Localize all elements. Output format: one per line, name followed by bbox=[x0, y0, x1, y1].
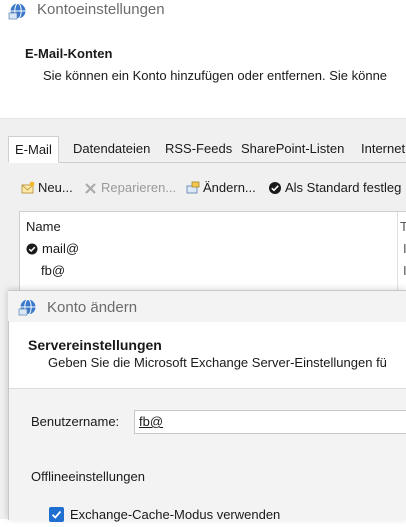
server-settings-description: Geben Sie die Microsoft Exchange Server-… bbox=[48, 355, 387, 370]
account-name: fb@ bbox=[41, 263, 66, 278]
new-mail-icon bbox=[21, 181, 35, 193]
username-value: fb@ bbox=[139, 414, 164, 429]
account-name: mail@ bbox=[42, 241, 80, 256]
window-title: Kontoeinstellungen bbox=[37, 1, 165, 18]
change-account-button[interactable]: Ändern... bbox=[186, 180, 256, 195]
new-account-button[interactable]: Neu... bbox=[21, 180, 73, 195]
list-item[interactable]: mail@ bbox=[26, 241, 79, 256]
set-default-label: Als Standard festleg bbox=[285, 180, 402, 195]
tab-data-files[interactable]: Datendateien bbox=[73, 136, 150, 162]
new-account-label: Neu... bbox=[38, 180, 73, 195]
section-description: Sie können ein Konto hinzufügen oder ent… bbox=[43, 68, 388, 83]
column-header-type[interactable]: T bbox=[400, 219, 406, 234]
check-circle-icon bbox=[269, 181, 281, 194]
cache-mode-checkbox[interactable] bbox=[49, 507, 64, 522]
default-account-check-icon bbox=[26, 243, 38, 254]
column-separator bbox=[397, 212, 398, 290]
dialog-title: Konto ändern bbox=[47, 299, 138, 316]
username-label: Benutzername: bbox=[31, 414, 120, 429]
change-account-dialog-icon bbox=[18, 299, 36, 316]
server-settings-title: Servereinstellungen bbox=[28, 337, 162, 353]
repair-tools-icon bbox=[85, 182, 96, 194]
tab-email[interactable]: E-Mail bbox=[8, 136, 59, 163]
redaction-mask bbox=[163, 413, 263, 430]
offline-settings-label: Offlineeinstellungen bbox=[31, 469, 145, 484]
redaction-mask bbox=[66, 263, 166, 279]
checkmark-icon bbox=[51, 510, 62, 519]
cache-mode-label[interactable]: Exchange-Cache-Modus verwenden bbox=[70, 507, 280, 522]
column-header-name[interactable]: Name bbox=[26, 219, 61, 234]
change-account-label: Ändern... bbox=[203, 180, 256, 195]
redaction-mask bbox=[86, 242, 166, 257]
tab-rss-feeds[interactable]: RSS-Feeds bbox=[165, 136, 232, 162]
repair-button[interactable]: Reparieren... bbox=[84, 180, 176, 195]
set-default-button[interactable]: Als Standard festleg bbox=[268, 180, 401, 195]
section-title: E-Mail-Konten bbox=[25, 46, 113, 61]
repair-label: Reparieren... bbox=[101, 180, 177, 195]
tab-internet[interactable]: Internet bbox=[361, 136, 405, 162]
account-settings-icon bbox=[8, 3, 26, 20]
change-account-icon bbox=[186, 181, 200, 193]
list-item[interactable]: fb@ bbox=[41, 263, 65, 278]
tab-sharepoint-lists[interactable]: SharePoint-Listen bbox=[241, 136, 344, 162]
